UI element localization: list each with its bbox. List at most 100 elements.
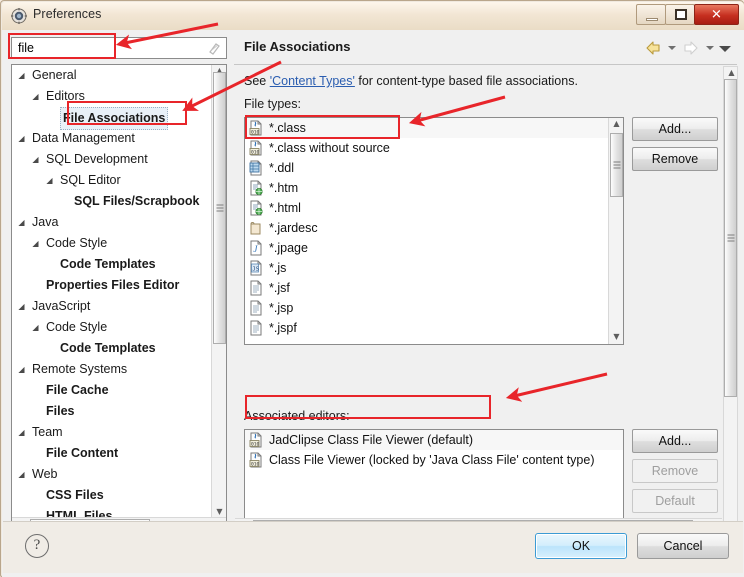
scroll-grip-icon (216, 204, 223, 212)
file-type-row[interactable]: *.html (245, 198, 623, 218)
file-type-row[interactable]: *.jsp (245, 298, 623, 318)
add-editor-button[interactable]: Add... (632, 429, 718, 453)
tree-expander-icon[interactable]: ◢ (16, 296, 27, 317)
tree-item-data-management[interactable]: ◢ Data Management (12, 128, 210, 149)
tree-expander-icon[interactable]: ◢ (30, 233, 41, 254)
tree-vertical-scrollbar[interactable]: ▲ ▼ (211, 65, 226, 519)
file-type-label: *.jpage (269, 241, 308, 255)
remove-file-type-button[interactable]: Remove (632, 147, 718, 171)
tree-item-code-templates[interactable]: Code Templates (12, 338, 210, 359)
preferences-gear-icon (11, 8, 27, 24)
search-input-value: file (18, 41, 34, 55)
tree-item-label: SQL Development (46, 152, 148, 166)
file-type-row[interactable]: JS *.js (245, 258, 623, 278)
file-type-row[interactable]: J *.jpage (245, 238, 623, 258)
help-button[interactable]: ? (25, 534, 49, 558)
tree-expander-icon[interactable]: ◢ (30, 317, 41, 338)
tree-item-file-content[interactable]: File Content (12, 443, 210, 464)
search-input[interactable]: file (11, 37, 227, 59)
tree-item-properties-files-editor[interactable]: Properties Files Editor (12, 275, 210, 296)
file-types-rows: 010 *.class 010 *.class without source *.ddl… (245, 118, 623, 338)
add-file-type-button[interactable]: Add... (632, 117, 718, 141)
scroll-up-icon[interactable]: ▲ (724, 66, 739, 80)
ok-button[interactable]: OK (535, 533, 627, 559)
scroll-up-icon[interactable]: ▲ (609, 118, 623, 131)
tree-expander-icon[interactable]: ◢ (16, 422, 27, 443)
tree-item-code-style[interactable]: ◢ Code Style (12, 317, 210, 338)
file-types-scrollbar[interactable]: ▲ ▼ (608, 118, 623, 344)
scroll-down-icon[interactable]: ▼ (609, 330, 623, 344)
file-types-scroll-thumb[interactable] (610, 133, 623, 197)
tree-expander-icon[interactable]: ◢ (30, 149, 41, 170)
java-class-file-icon: 010 (248, 140, 264, 156)
tree-item-sql-editor[interactable]: ◢ SQL Editor (12, 170, 210, 191)
page-vertical-scrollbar[interactable]: ▲ ▼ (723, 66, 738, 534)
file-types-list[interactable]: 010 *.class 010 *.class without source *.ddl… (244, 117, 624, 345)
tree-expander-icon[interactable]: ◢ (16, 128, 27, 149)
tree-expander-icon[interactable]: ◢ (16, 359, 27, 380)
close-icon: ✕ (711, 7, 722, 22)
tree-item-file-associations[interactable]: File Associations (12, 107, 210, 130)
tree-item-css-files[interactable]: CSS Files (12, 485, 210, 506)
tree-item-javascript[interactable]: ◢ JavaScript (12, 296, 210, 317)
tree-expander-icon[interactable]: ◢ (44, 170, 55, 191)
file-type-row[interactable]: 010 *.class without source (245, 138, 623, 158)
tree-item-sql-files-scrapbook[interactable]: SQL Files/Scrapbook (12, 191, 210, 212)
tree-item-label: Team (32, 425, 63, 439)
tree-item-general[interactable]: ◢ General (12, 65, 210, 86)
tree-expander-icon[interactable]: ◢ (16, 65, 27, 86)
svg-text:010: 010 (251, 461, 260, 467)
back-history-chevron-down-icon[interactable] (666, 39, 678, 57)
tree-item-remote-systems[interactable]: ◢ Remote Systems (12, 359, 210, 380)
tree-item-web[interactable]: ◢ Web (12, 464, 210, 485)
page-vscroll-thumb[interactable] (724, 79, 737, 397)
file-type-row[interactable]: *.htm (245, 178, 623, 198)
file-type-label: *.htm (269, 181, 299, 195)
dialog-body: file ◢ General ◢ Editors File Associations ◢ D… (2, 30, 744, 577)
tree-item-label: Data Management (32, 131, 135, 145)
tree-item-label: Properties Files Editor (46, 278, 180, 292)
clear-filter-icon[interactable] (207, 41, 222, 56)
minimize-button[interactable] (636, 4, 666, 25)
tree-item-java[interactable]: ◢ Java (12, 212, 210, 233)
cancel-button[interactable]: Cancel (637, 533, 729, 559)
back-arrow-icon[interactable] (643, 39, 663, 57)
page-header: File Associations (234, 33, 737, 65)
editor-row[interactable]: 010 Class File Viewer (locked by 'Java Cl… (245, 450, 623, 470)
forward-history-chevron-down-icon[interactable] (704, 39, 716, 57)
tree-item-editors[interactable]: ◢ Editors (12, 86, 210, 107)
tree-item-sql-development[interactable]: ◢ SQL Development (12, 149, 210, 170)
associated-editors-label: Associated editors: (244, 409, 350, 423)
file-types-label: File types: (244, 97, 301, 111)
tree-expander-icon[interactable]: ◢ (16, 212, 27, 233)
tree-expander-icon[interactable]: ◢ (30, 86, 41, 107)
svg-text:010: 010 (251, 149, 260, 155)
file-type-label: *.jsp (269, 301, 294, 315)
tree-item-team[interactable]: ◢ Team (12, 422, 210, 443)
tree-expander-icon[interactable]: ◢ (16, 464, 27, 485)
file-type-row[interactable]: *.jspf (245, 318, 623, 338)
tree-item-code-templates[interactable]: Code Templates (12, 254, 210, 275)
preference-tree[interactable]: ◢ General ◢ Editors File Associations ◢ Data M… (11, 64, 227, 534)
file-type-label: *.ddl (269, 161, 295, 175)
file-type-row[interactable]: 010 *.class (245, 118, 623, 138)
page-body: See 'Content Types' for content-type bas… (234, 65, 737, 538)
editor-row[interactable]: 010 JadClipse Class File Viewer (default) (245, 430, 623, 450)
view-menu-icon[interactable] (719, 39, 731, 57)
maximize-button[interactable] (665, 4, 695, 25)
file-type-row[interactable]: *.jardesc (245, 218, 623, 238)
tree-item-html-files[interactable]: HTML Files (12, 506, 210, 517)
remove-editor-button: Remove (632, 459, 718, 483)
file-type-row[interactable]: *.ddl (245, 158, 623, 178)
html-file-icon (248, 180, 264, 196)
file-type-label: *.class without source (269, 141, 390, 155)
close-button[interactable]: ✕ (694, 4, 739, 25)
content-types-link[interactable]: 'Content Types' (270, 74, 355, 88)
tree-item-files[interactable]: Files (12, 401, 210, 422)
tree-item-file-cache[interactable]: File Cache (12, 380, 210, 401)
tree-item-code-style[interactable]: ◢ Code Style (12, 233, 210, 254)
tree-item-label: File Associations (60, 107, 169, 130)
tree-vscroll-thumb[interactable] (213, 72, 226, 344)
file-type-row[interactable]: *.jsf (245, 278, 623, 298)
title-bar: Preferences ✕ (2, 2, 744, 30)
